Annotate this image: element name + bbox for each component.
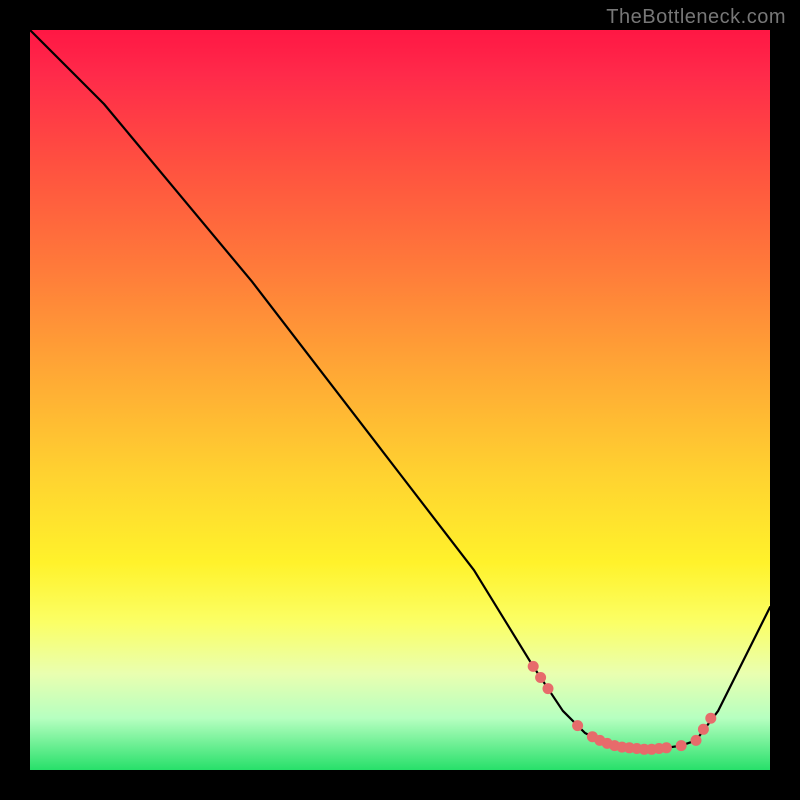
data-point [535, 672, 546, 683]
data-point [661, 742, 672, 753]
chart-svg [30, 30, 770, 770]
data-point [691, 735, 702, 746]
data-point [543, 683, 554, 694]
data-point [572, 720, 583, 731]
curve-dots [528, 661, 717, 755]
watermark-text: TheBottleneck.com [606, 6, 786, 29]
data-point [676, 740, 687, 751]
plot-area [30, 30, 770, 770]
data-point [528, 661, 539, 672]
chart-container: TheBottleneck.com [0, 0, 800, 800]
data-point [698, 724, 709, 735]
curve-line [30, 30, 770, 749]
data-point [705, 713, 716, 724]
